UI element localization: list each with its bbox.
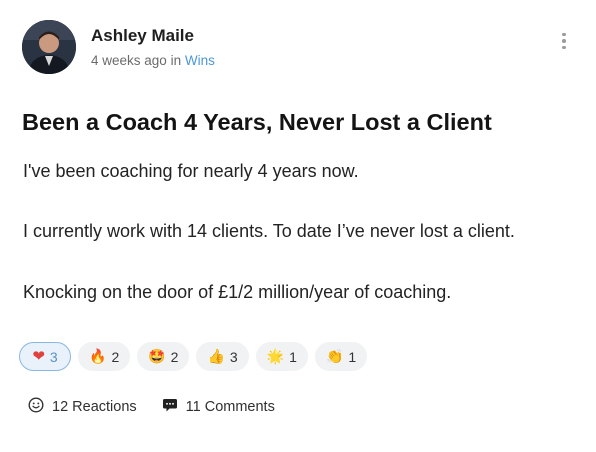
reaction-star-struck[interactable]: 🤩 2	[137, 342, 190, 371]
comments-count-label: 11 Comments	[185, 399, 275, 415]
reaction-count: 1	[348, 348, 357, 365]
reaction-count: 2	[111, 348, 120, 365]
reactions-count-label: 12 Reactions	[52, 399, 137, 415]
smiley-icon	[28, 397, 44, 417]
reaction-thumbs-up[interactable]: 👍 3	[196, 342, 249, 371]
reaction-count: 1	[289, 348, 297, 365]
reaction-count: 3	[49, 348, 58, 365]
star-struck-icon: 🤩	[148, 348, 166, 365]
more-options-icon[interactable]	[556, 30, 572, 52]
post-paragraph: Knocking on the door of £1/2 million/yea…	[23, 282, 452, 302]
heart-icon: ❤	[32, 347, 45, 365]
reaction-fire[interactable]: 🔥 2	[78, 342, 131, 371]
clapping-hands-icon: 👏	[325, 348, 344, 365]
author-name[interactable]: Ashley Maile	[91, 26, 194, 46]
comment-icon	[162, 397, 178, 417]
post-time: 4 weeks ago	[91, 53, 167, 68]
post-footer: 12 Reactions 11 Comments	[28, 397, 275, 417]
reaction-sparkle-star[interactable]: 🌟 1	[255, 342, 308, 371]
avatar[interactable]	[22, 20, 76, 74]
fire-icon: 🔥	[89, 348, 107, 365]
thumbs-up-icon: 👍	[207, 348, 225, 365]
reactions-summary-button[interactable]: 12 Reactions	[28, 397, 137, 417]
sparkle-star-icon: 🌟	[266, 348, 285, 365]
post-paragraph: I've been coaching for nearly 4 years no…	[23, 161, 359, 181]
meta-in: in	[170, 53, 182, 68]
post-paragraph: I currently work with 14 clients. To dat…	[23, 221, 515, 241]
reaction-bar: ❤ 3 🔥 2 🤩 2 👍 3 🌟 1 👏 1	[19, 342, 368, 371]
reaction-heart[interactable]: ❤ 3	[19, 342, 71, 371]
post-title: Been a Coach 4 Years, Never Lost a Clien…	[22, 109, 492, 135]
reaction-count: 2	[170, 348, 179, 365]
reaction-count: 3	[229, 348, 238, 365]
post-meta: 4 weeks ago in Wins	[91, 53, 215, 68]
post-card: Ashley Maile 4 weeks ago in Wins Been a …	[0, 0, 596, 452]
category-link[interactable]: Wins	[185, 53, 215, 68]
comments-button[interactable]: 11 Comments	[162, 397, 275, 417]
reaction-clapping-hands[interactable]: 👏 1	[314, 342, 368, 371]
